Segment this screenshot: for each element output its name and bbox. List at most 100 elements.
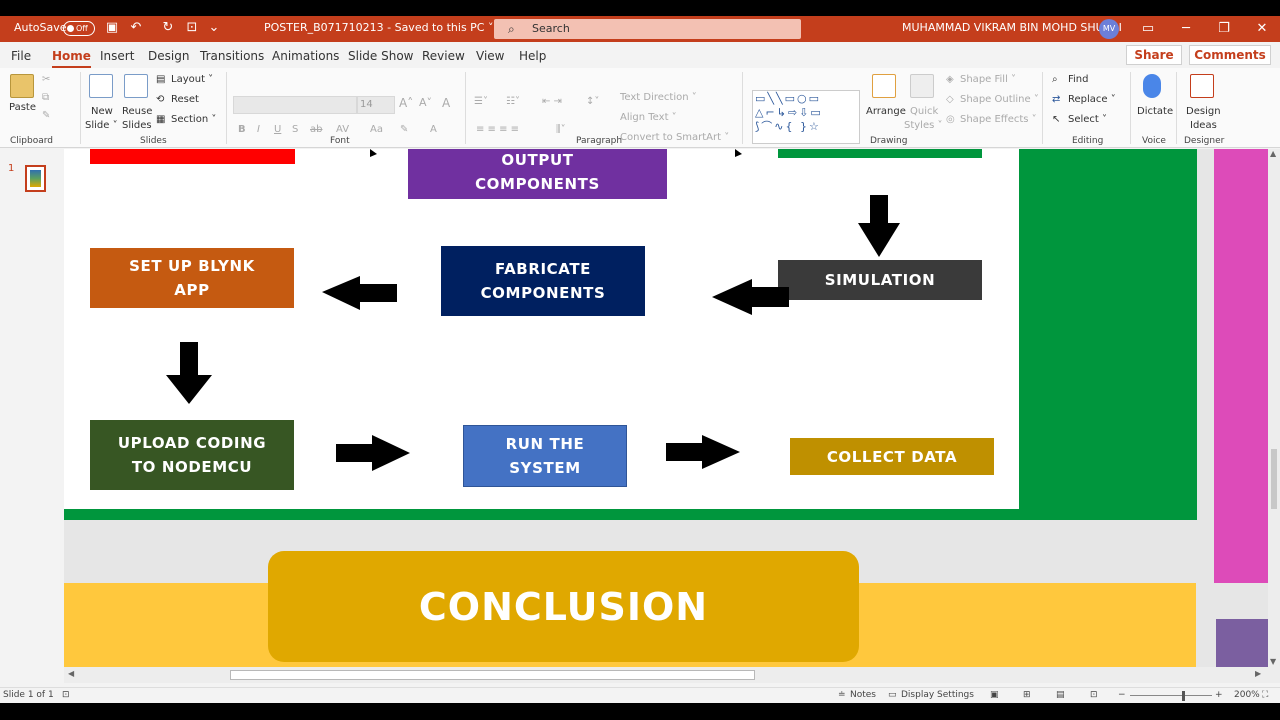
font-size-combo[interactable]: 14 — [357, 96, 395, 114]
comments-button[interactable]: Comments — [1189, 45, 1271, 65]
quick-styles-icon[interactable] — [910, 74, 934, 98]
reuse-slides-icon[interactable] — [124, 74, 148, 98]
underline-button[interactable]: U — [274, 124, 281, 135]
horizontal-scrollbar[interactable]: ◀ ▶ — [64, 667, 1268, 683]
vertical-scroll-thumb[interactable] — [1271, 449, 1277, 509]
tab-home[interactable]: Home — [52, 49, 91, 69]
microphone-icon[interactable] — [1143, 74, 1161, 98]
customize-qat-icon[interactable]: ⌄ — [206, 20, 222, 36]
conclusion-heading[interactable]: CONCLUSION — [268, 551, 859, 662]
smartart-button[interactable]: Convert to SmartArt ˅ — [620, 132, 729, 143]
tab-file[interactable]: File — [11, 49, 31, 63]
zoom-in-icon[interactable]: + — [1215, 690, 1223, 700]
display-settings-button[interactable]: Display Settings — [901, 690, 974, 700]
redo-icon[interactable]: ↻ — [160, 20, 176, 36]
font-color-icon[interactable]: A — [430, 124, 437, 135]
bold-button[interactable]: B — [238, 124, 246, 135]
vertical-scrollbar[interactable]: ▲ ▼ — [1268, 149, 1280, 683]
find-button[interactable]: Find — [1068, 74, 1089, 85]
copy-icon[interactable]: ⧉ — [42, 92, 49, 103]
new-slide-button[interactable]: New — [91, 106, 113, 117]
arrange-button[interactable]: Arrange — [866, 106, 906, 117]
zoom-level[interactable]: 200% — [1234, 690, 1260, 700]
tab-design[interactable]: Design — [148, 49, 189, 63]
dictate-button[interactable]: Dictate — [1137, 106, 1173, 117]
bullets-icon[interactable]: ☰˅ — [474, 96, 488, 107]
undo-icon[interactable]: ↶ — [128, 20, 144, 36]
strikethrough-button[interactable]: ab — [310, 124, 322, 135]
scroll-up-icon[interactable]: ▲ — [1270, 149, 1276, 158]
reuse-slides-button[interactable]: Reuse — [122, 106, 152, 117]
scroll-right-icon[interactable]: ▶ — [1255, 669, 1261, 678]
zoom-slider[interactable] — [1130, 695, 1212, 696]
slide-sorter-icon[interactable]: ⊞ — [1023, 690, 1031, 700]
design-ideas-button[interactable]: Design — [1186, 106, 1221, 117]
slideshow-icon[interactable]: ⊡ — [1090, 690, 1098, 700]
columns-icon[interactable]: ⫼˅ — [556, 124, 566, 135]
cut-icon[interactable]: ✂ — [42, 74, 50, 85]
reset-button[interactable]: Reset — [171, 94, 199, 105]
text-direction-button[interactable]: Text Direction ˅ — [620, 92, 697, 103]
tab-help[interactable]: Help — [519, 49, 546, 63]
accessibility-icon[interactable]: ⊡ — [62, 690, 70, 700]
notes-button[interactable]: Notes — [850, 690, 876, 700]
scroll-down-icon[interactable]: ▼ — [1270, 657, 1276, 666]
align-text-button[interactable]: Align Text ˅ — [620, 112, 677, 123]
autosave-toggle[interactable]: Off — [63, 21, 95, 36]
design-ideas-icon[interactable] — [1190, 74, 1214, 98]
maximize-icon[interactable]: ❐ — [1214, 19, 1234, 39]
share-button[interactable]: Share — [1126, 45, 1182, 65]
format-painter-icon[interactable]: ✎ — [42, 110, 50, 121]
present-icon[interactable]: ⊡ — [184, 20, 200, 36]
section-button[interactable]: Section ˅ — [171, 114, 216, 125]
zoom-slider-thumb[interactable] — [1182, 691, 1185, 701]
shapes-gallery[interactable]: ▭╲╲▭○▭ △⌐↳⇨⇩▭ ⟆⌒∿{ }☆ — [752, 90, 860, 144]
slide-canvas[interactable]: OUTPUT COMPONENTS SET UP BLYNK APP FABRI… — [64, 149, 1268, 683]
scroll-left-icon[interactable]: ◀ — [68, 669, 74, 678]
paste-button[interactable]: Paste — [9, 102, 36, 113]
tab-animations[interactable]: Animations — [272, 49, 339, 63]
indent-icons[interactable]: ⇤ ⇥ — [542, 96, 562, 107]
line-spacing-icon[interactable]: ↕˅ — [586, 96, 599, 107]
avatar[interactable]: MV — [1099, 19, 1119, 39]
font-name-combo[interactable] — [233, 96, 357, 114]
ribbon-display-icon[interactable]: ▭ — [1138, 19, 1158, 39]
reading-view-icon[interactable]: ▤ — [1056, 690, 1065, 700]
layout-button[interactable]: Layout ˅ — [171, 74, 213, 85]
zoom-out-icon[interactable]: − — [1118, 690, 1126, 700]
minimize-icon[interactable]: ─ — [1176, 19, 1196, 39]
tab-insert[interactable]: Insert — [100, 49, 134, 63]
align-icons[interactable]: ≡ ≡ ≡ ≡ — [476, 124, 519, 135]
horizontal-scroll-thumb[interactable] — [230, 670, 755, 680]
new-slide-icon[interactable] — [89, 74, 113, 98]
decrease-font-icon[interactable]: A˅ — [419, 96, 432, 109]
shape-effects-button[interactable]: Shape Effects ˅ — [960, 114, 1037, 125]
increase-font-icon[interactable]: A˄ — [399, 96, 413, 110]
fit-slide-icon[interactable]: ⛶ — [1262, 690, 1268, 700]
slide-thumbnail[interactable] — [25, 165, 46, 192]
change-case-icon[interactable]: Aa — [370, 124, 383, 135]
tab-transitions[interactable]: Transitions — [200, 49, 264, 63]
document-title[interactable]: POSTER_B071710213 - Saved to this PC ˅ — [264, 21, 493, 34]
new-slide-dropdown[interactable]: Slide ˅ — [85, 120, 118, 131]
highlight-icon[interactable]: ✎ — [400, 124, 408, 135]
replace-button[interactable]: Replace ˅ — [1068, 94, 1116, 105]
arrange-icon[interactable] — [872, 74, 896, 98]
close-icon[interactable]: ✕ — [1252, 19, 1272, 39]
tab-slide-show[interactable]: Slide Show — [348, 49, 413, 63]
shadow-button[interactable]: S — [292, 124, 298, 135]
tab-view[interactable]: View — [476, 49, 504, 63]
select-button[interactable]: Select ˅ — [1068, 114, 1107, 125]
save-icon[interactable]: ▣ — [104, 20, 120, 36]
shape-outline-button[interactable]: Shape Outline ˅ — [960, 94, 1039, 105]
italic-button[interactable]: I — [257, 124, 260, 135]
numbering-icon[interactable]: ☷˅ — [506, 96, 520, 107]
paste-icon[interactable] — [10, 74, 34, 98]
char-spacing-button[interactable]: AV — [336, 124, 349, 135]
normal-view-icon[interactable]: ▣ — [990, 690, 999, 700]
search-box[interactable]: ⌕ Search — [494, 19, 801, 39]
clear-format-icon[interactable]: A — [442, 96, 450, 110]
quick-styles-button[interactable]: Quick — [910, 106, 938, 117]
shape-fill-button[interactable]: Shape Fill ˅ — [960, 74, 1016, 85]
tab-review[interactable]: Review — [422, 49, 465, 63]
